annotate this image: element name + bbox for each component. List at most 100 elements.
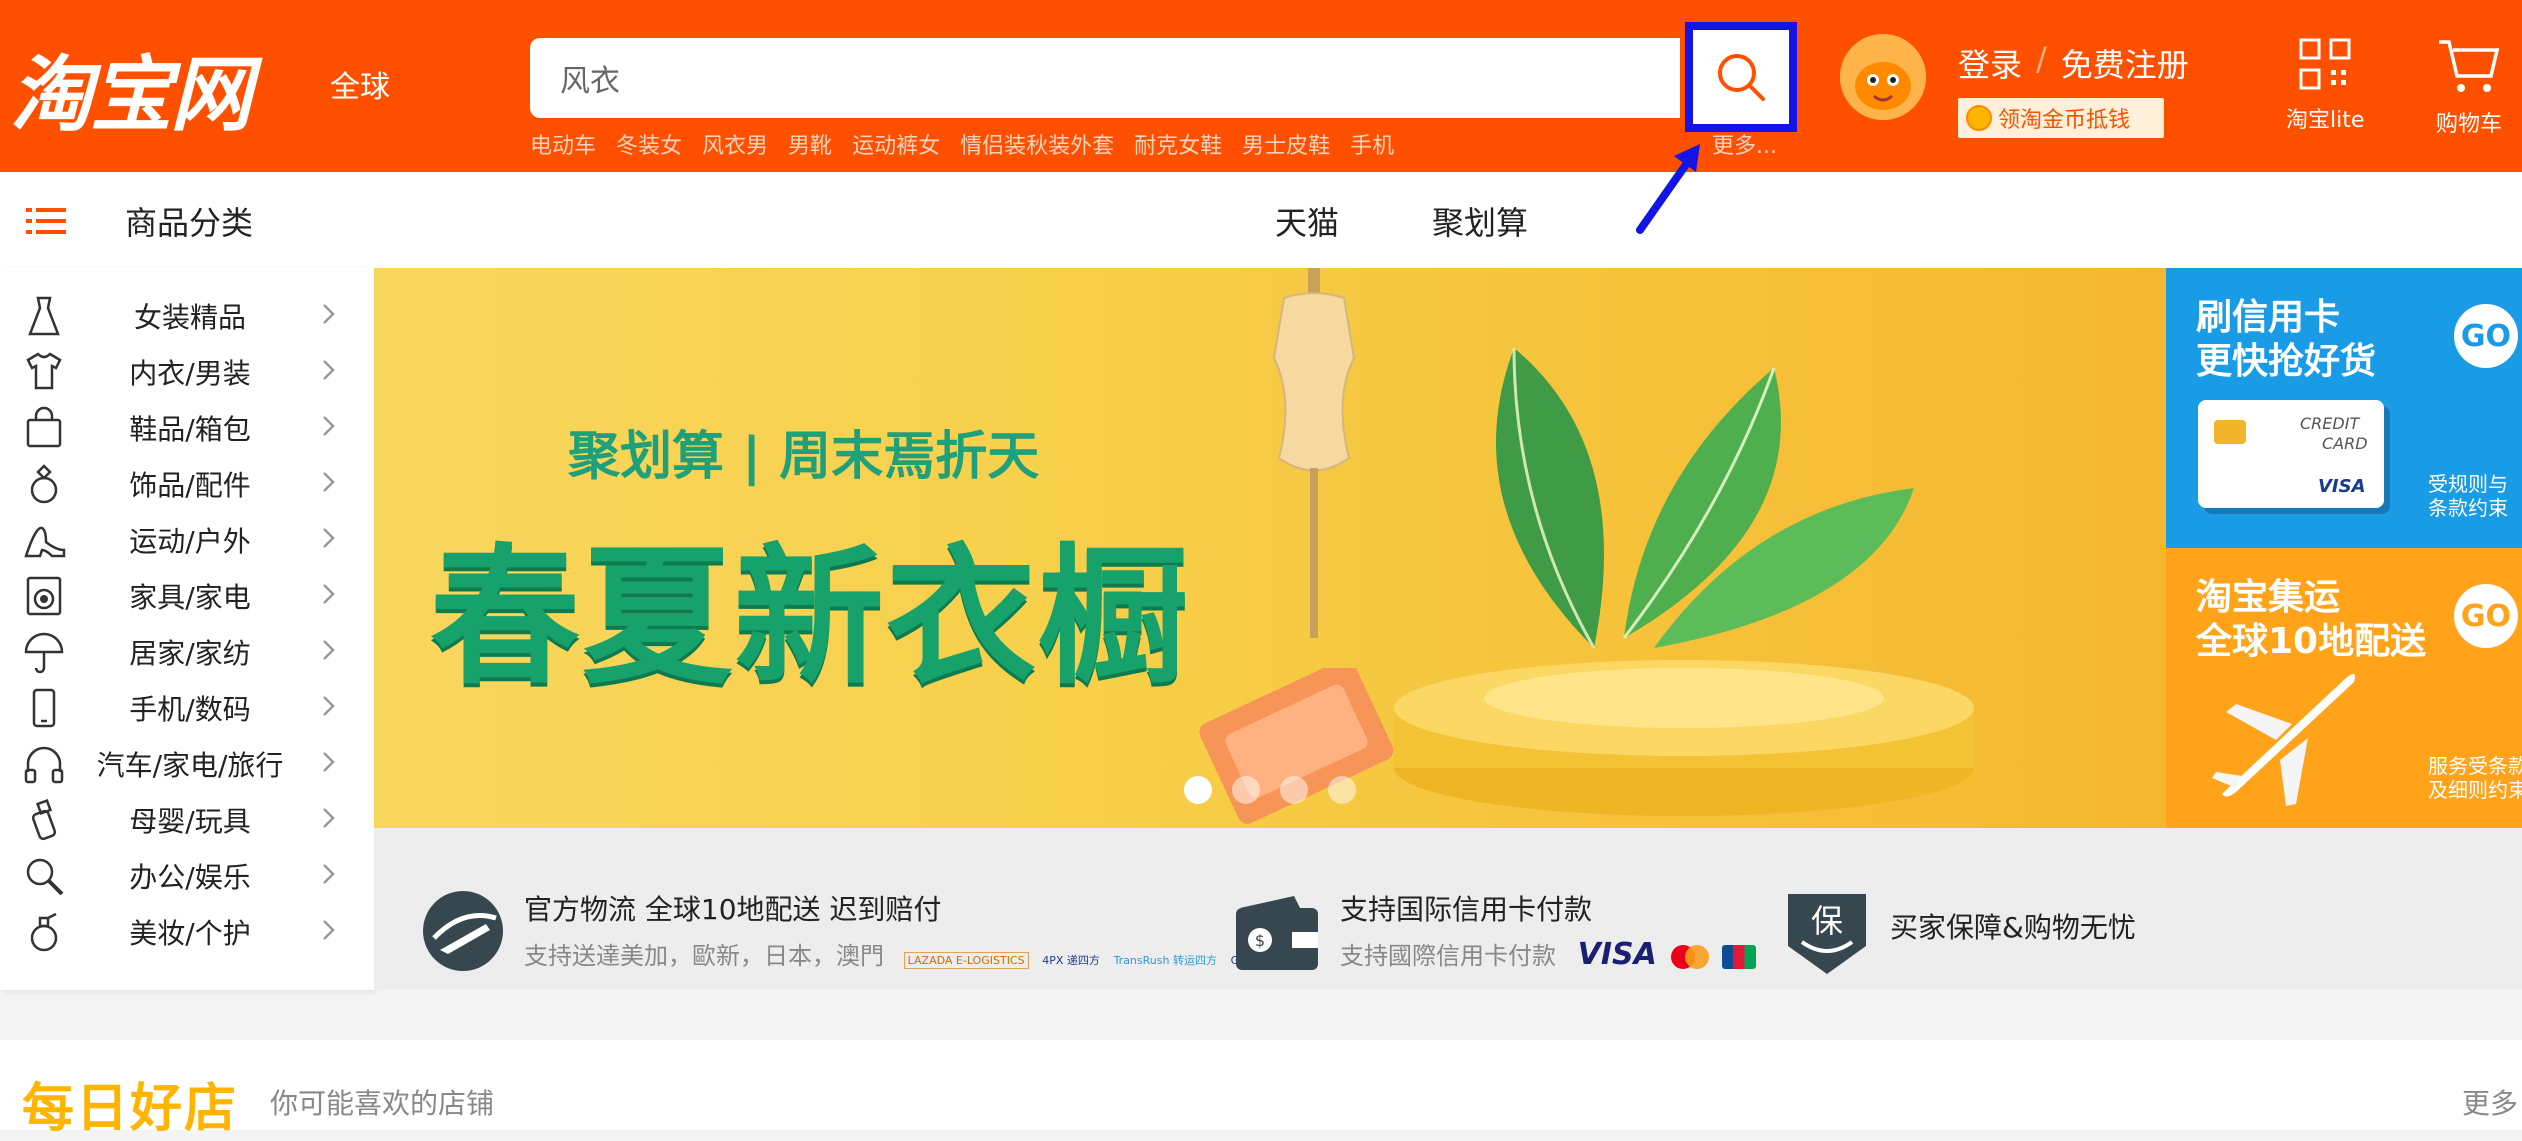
service-title: 官方物流 全球10地配送 迟到赔付 [524, 893, 942, 926]
service-guarantee[interactable]: 买家保障&购物无忧 [1890, 906, 2136, 946]
sidebar-category-item[interactable]: 办公/娱乐 [0, 848, 374, 904]
sidebar-category-label: 居家/家纺 [129, 637, 251, 670]
promo-note-line: 及细则约束 [2428, 778, 2522, 802]
coin-badge[interactable]: 领淘金币抵钱 [1958, 98, 2164, 138]
service-logistics[interactable]: 官方物流 全球10地配送 迟到赔付 支持送達美加，歐新，日本，澳門 LAZADA… [524, 888, 1258, 971]
login-area: 登录 / 免费注册 [1958, 40, 2189, 86]
coin-icon [1966, 105, 1992, 131]
promo-title-line: 刷信用卡 [2196, 297, 2341, 338]
sidebar-category-item[interactable]: 鞋品/箱包 [0, 400, 374, 456]
daily-shops-more-link[interactable]: 更多 [2462, 1082, 2518, 1122]
mannequin-icon [1272, 268, 1356, 638]
chevron-right-icon [318, 805, 338, 835]
washer-icon [22, 574, 66, 618]
jcb-icon [1722, 945, 1757, 969]
nav-link-tmall[interactable]: 天猫 [1275, 198, 1339, 244]
magnifier-icon [22, 854, 66, 898]
top-header: 淘宝网 全球 电动车 冬装女 风衣男 男靴 运动裤女 情侣装秋装外套 耐克女鞋 … [0, 0, 2522, 172]
hero-banner[interactable]: 聚划算 | 周末焉折天 春夏新衣橱 [374, 268, 2166, 828]
sidebar-category-item[interactable]: 饰品/配件 [0, 456, 374, 512]
chevron-right-icon [318, 637, 338, 667]
promo-go-button[interactable]: GO [2454, 304, 2518, 368]
visa-logo: VISA [1577, 937, 1657, 972]
cart-icon [2439, 40, 2500, 92]
card-text: CARD [2322, 434, 2368, 453]
sidebar-category-label: 母婴/玩具 [129, 805, 251, 838]
hot-word[interactable]: 耐克女鞋 [1134, 128, 1222, 160]
ring-icon [22, 462, 66, 506]
search-button[interactable] [1685, 22, 1797, 132]
service-desc-text: 支持國際信用卡付款 [1340, 942, 1556, 970]
hot-word[interactable]: 风衣男 [702, 128, 768, 160]
chevron-right-icon [318, 357, 338, 387]
chevron-right-icon [318, 413, 338, 443]
card-text: CREDIT [2300, 414, 2360, 433]
tshirt-icon [22, 350, 66, 394]
promo-note: 受规则与 条款约束 [2428, 472, 2508, 520]
taobao-logo[interactable]: 淘宝网 [10, 28, 252, 147]
banner-pagination [1184, 776, 1356, 804]
promo-shipping[interactable]: 淘宝集运 全球10地配送 GO 服务受条款 及细则约束 [2166, 548, 2522, 828]
banner-dot[interactable] [1184, 776, 1212, 804]
taobao-lite-button[interactable]: 淘宝lite [2286, 36, 2364, 134]
chevron-right-icon [318, 525, 338, 555]
register-link[interactable]: 免费注册 [2061, 40, 2189, 86]
nav-link-juhuasuan[interactable]: 聚划算 [1432, 198, 1528, 244]
service-desc-text: 支持送達美加，歐新，日本，澳門 [524, 942, 884, 970]
sidebar-category-item[interactable]: 汽车/家电/旅行 [0, 736, 374, 792]
heel-icon [22, 518, 66, 562]
search-input[interactable] [560, 38, 1560, 118]
banner-dot[interactable] [1328, 776, 1356, 804]
more-hot-words-link[interactable]: 更多... [1712, 128, 1777, 160]
global-logistics-icon [423, 891, 503, 971]
promo-credit-card[interactable]: 刷信用卡 更快抢好货 GO CREDIT CARD VISA 受规则与 条款约束 [2166, 268, 2522, 548]
mascot-icon [1840, 34, 1926, 120]
banner-subtitle: 聚划算 | 周末焉折天 [568, 427, 1040, 487]
chevron-right-icon [318, 861, 338, 891]
sidebar-category-label: 美妆/个护 [129, 917, 251, 950]
guarantee-badge-text: 保 [1811, 902, 1843, 940]
sidebar-category-item[interactable]: 内衣/男装 [0, 344, 374, 400]
banner-dot[interactable] [1232, 776, 1260, 804]
cart-label: 购物车 [2436, 112, 2503, 137]
login-link[interactable]: 登录 [1958, 40, 2022, 86]
banner-dot[interactable] [1280, 776, 1308, 804]
bag-icon [22, 406, 66, 450]
hot-search-words: 电动车 冬装女 风衣男 男靴 运动裤女 情侣装秋装外套 耐克女鞋 男士皮鞋 手机 [530, 128, 1394, 160]
category-sidebar: 女装精品 内衣/男装 鞋品/箱包 饰品/配件 运动/户外 家具/家电居家/家纺手机/数码汽… [0, 268, 374, 990]
hot-word[interactable]: 情侣装秋装外套 [960, 128, 1114, 160]
daily-shops-section: 每日好店 你可能喜欢的店铺 更多 [0, 1040, 2522, 1139]
promo-note: 服务受条款 及细则约束 [2428, 754, 2522, 802]
sidebar-category-label: 汽车/家电/旅行 [96, 749, 284, 782]
hot-word[interactable]: 电动车 [530, 128, 596, 160]
cart-button[interactable]: 购物车 [2436, 36, 2502, 138]
service-credit-card[interactable]: 支持国际信用卡付款 支持國際信用卡付款 VISA [1340, 888, 1757, 972]
chevron-right-icon [318, 301, 338, 331]
sidebar-category-item[interactable]: 家具/家电 [0, 568, 374, 624]
perfume-icon [22, 910, 66, 954]
sidebar-category-label: 办公/娱乐 [129, 861, 251, 894]
list-menu-icon[interactable] [26, 208, 66, 234]
sidebar-category-item[interactable]: 母婴/玩具 [0, 792, 374, 848]
sidebar-category-item[interactable]: 美妆/个护 [0, 904, 374, 960]
hot-word[interactable]: 男靴 [788, 128, 832, 160]
qr-code-icon [2299, 38, 2351, 90]
service-strip: 官方物流 全球10地配送 迟到赔付 支持送達美加，歐新，日本，澳門 LAZADA… [374, 828, 2522, 990]
hot-word[interactable]: 冬装女 [616, 128, 682, 160]
hot-word[interactable]: 手机 [1350, 128, 1394, 160]
sidebar-category-item[interactable]: 运动/户外 [0, 512, 374, 568]
hot-word[interactable]: 男士皮鞋 [1242, 128, 1330, 160]
search-box [530, 38, 1680, 118]
guarantee-shield-icon: 保 [1788, 894, 1866, 974]
annotation-arrow-icon [1636, 144, 1700, 234]
mastercard-icon [1670, 945, 1709, 969]
sidebar-category-item[interactable]: 手机/数码 [0, 680, 374, 736]
category-title[interactable]: 商品分类 [125, 198, 253, 244]
service-desc: 支持送達美加，歐新，日本，澳門 LAZADA E-LOGISTICS 4PX 递… [524, 936, 1258, 971]
login-separator: / [2036, 40, 2047, 78]
sidebar-category-item[interactable]: 居家/家纺 [0, 624, 374, 680]
avatar[interactable] [1840, 34, 1926, 120]
hot-word[interactable]: 运动裤女 [852, 128, 940, 160]
promo-go-button[interactable]: GO [2454, 584, 2518, 648]
sidebar-category-item[interactable]: 女装精品 [0, 288, 374, 344]
